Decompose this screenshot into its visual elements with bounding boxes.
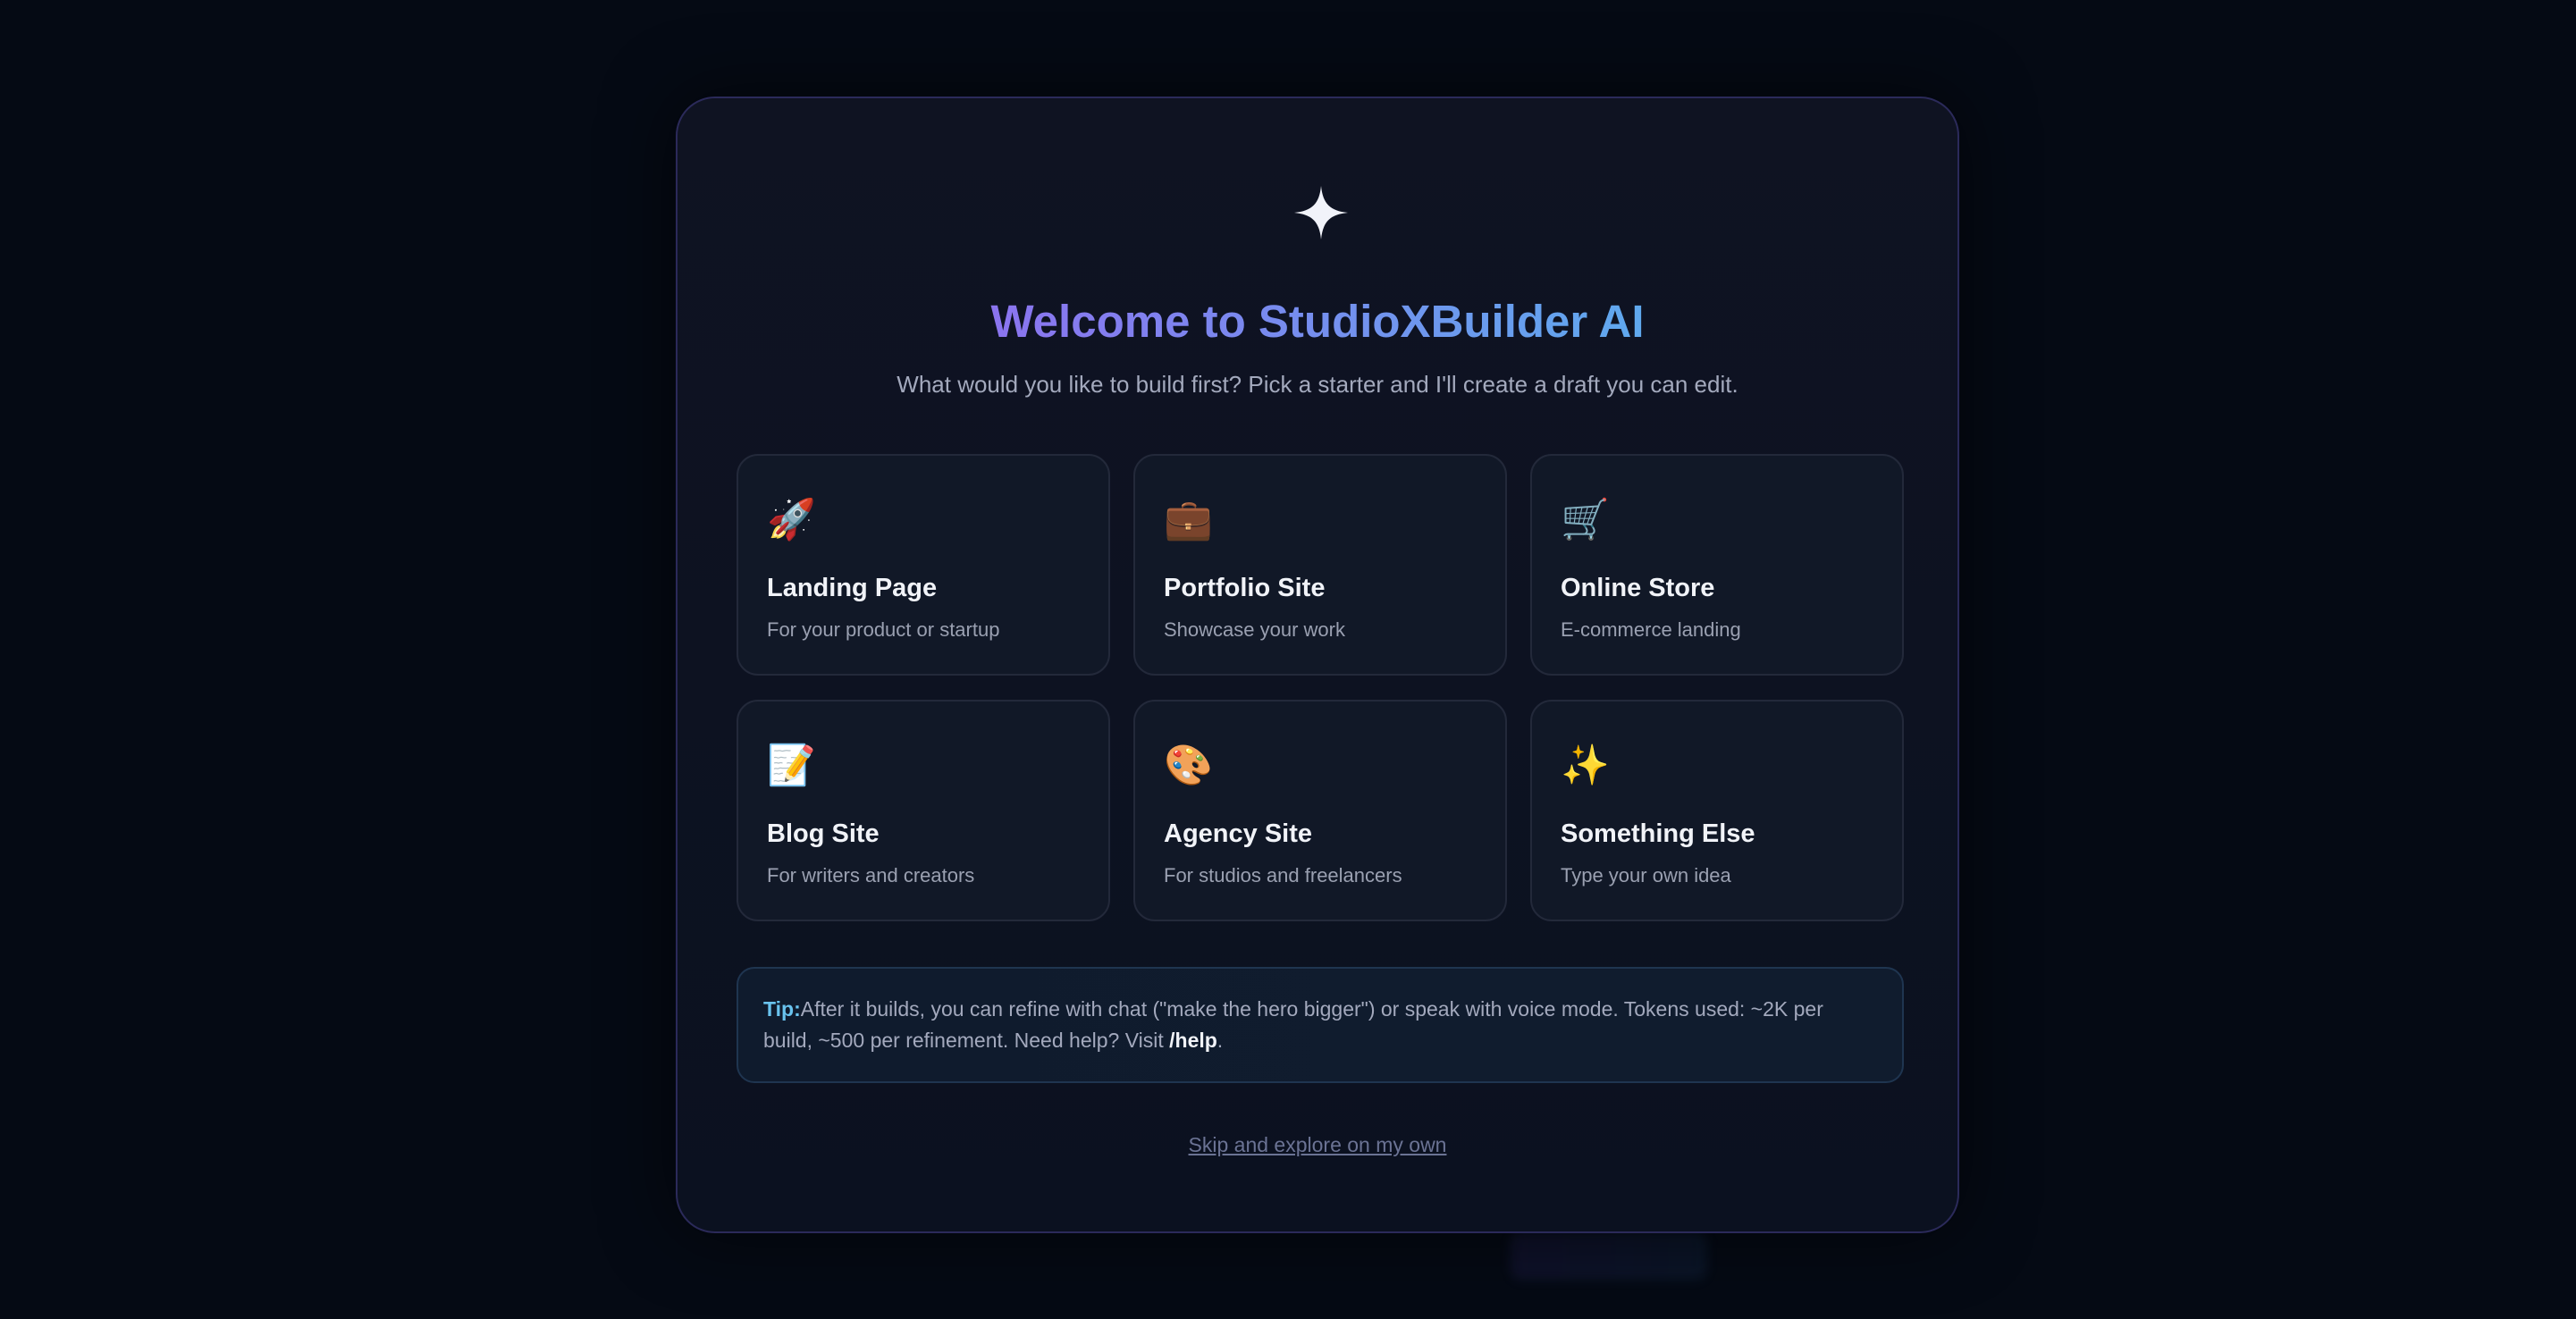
starter-card-description: For studios and freelancers [1164,864,1402,886]
welcome-modal: Welcome to StudioXBuilder AI What would … [676,97,1959,1233]
starter-card-title: Landing Page [767,574,938,602]
starter-card-title: Online Store [1561,574,1715,602]
skip-container: Skip and explore on my own [678,1131,1957,1158]
background-button-ghost [1511,1231,1707,1280]
starter-card-title: Blog Site [767,819,880,848]
briefcase-icon: 💼 [1164,497,1213,542]
starter-grid: 🚀 Landing Page For your product or start… [737,454,1904,921]
starter-card-description: Showcase your work [1164,618,1345,641]
help-link[interactable]: /help [1169,1029,1217,1052]
starter-card-description: For your product or startup [767,618,1000,641]
rocket-icon: 🚀 [767,497,816,542]
tip-box: Tip:After it builds, you can refine with… [737,967,1904,1083]
starter-card-landing-page[interactable]: 🚀 Landing Page For your product or start… [737,454,1110,676]
palette-icon: 🎨 [1164,743,1213,788]
title-container: Welcome to StudioXBuilder AI [678,286,1957,357]
starter-card-blog-site[interactable]: 📝 Blog Site For writers and creators [737,700,1110,921]
skip-link[interactable]: Skip and explore on my own [1189,1133,1447,1156]
starter-card-title: Something Else [1561,819,1755,848]
starter-card-title: Agency Site [1164,819,1312,848]
shopping-cart-icon: 🛒 [1561,497,1610,542]
starter-card-description: For writers and creators [767,864,975,886]
starter-card-title: Portfolio Site [1164,574,1326,602]
welcome-title: Welcome to StudioXBuilder AI [990,293,1644,350]
four-point-sparkle-icon [1294,186,1348,239]
starter-card-something-else[interactable]: ✨ Something Else Type your own idea [1530,700,1904,921]
tip-suffix: . [1216,1029,1224,1052]
starter-card-online-store[interactable]: 🛒 Online Store E-commerce landing [1530,454,1904,676]
tip-label: Tip: [763,997,801,1021]
starter-card-description: E-commerce landing [1561,618,1741,641]
welcome-subtitle: What would you like to build first? Pick… [897,371,1738,398]
memo-icon: 📝 [767,743,816,788]
tip-text: After it builds, you can refine with cha… [763,997,1823,1052]
sparkles-icon: ✨ [1561,743,1610,788]
starter-card-agency-site[interactable]: 🎨 Agency Site For studios and freelancer… [1133,700,1507,921]
starter-card-portfolio-site[interactable]: 💼 Portfolio Site Showcase your work [1133,454,1507,676]
starter-card-description: Type your own idea [1561,864,1731,886]
